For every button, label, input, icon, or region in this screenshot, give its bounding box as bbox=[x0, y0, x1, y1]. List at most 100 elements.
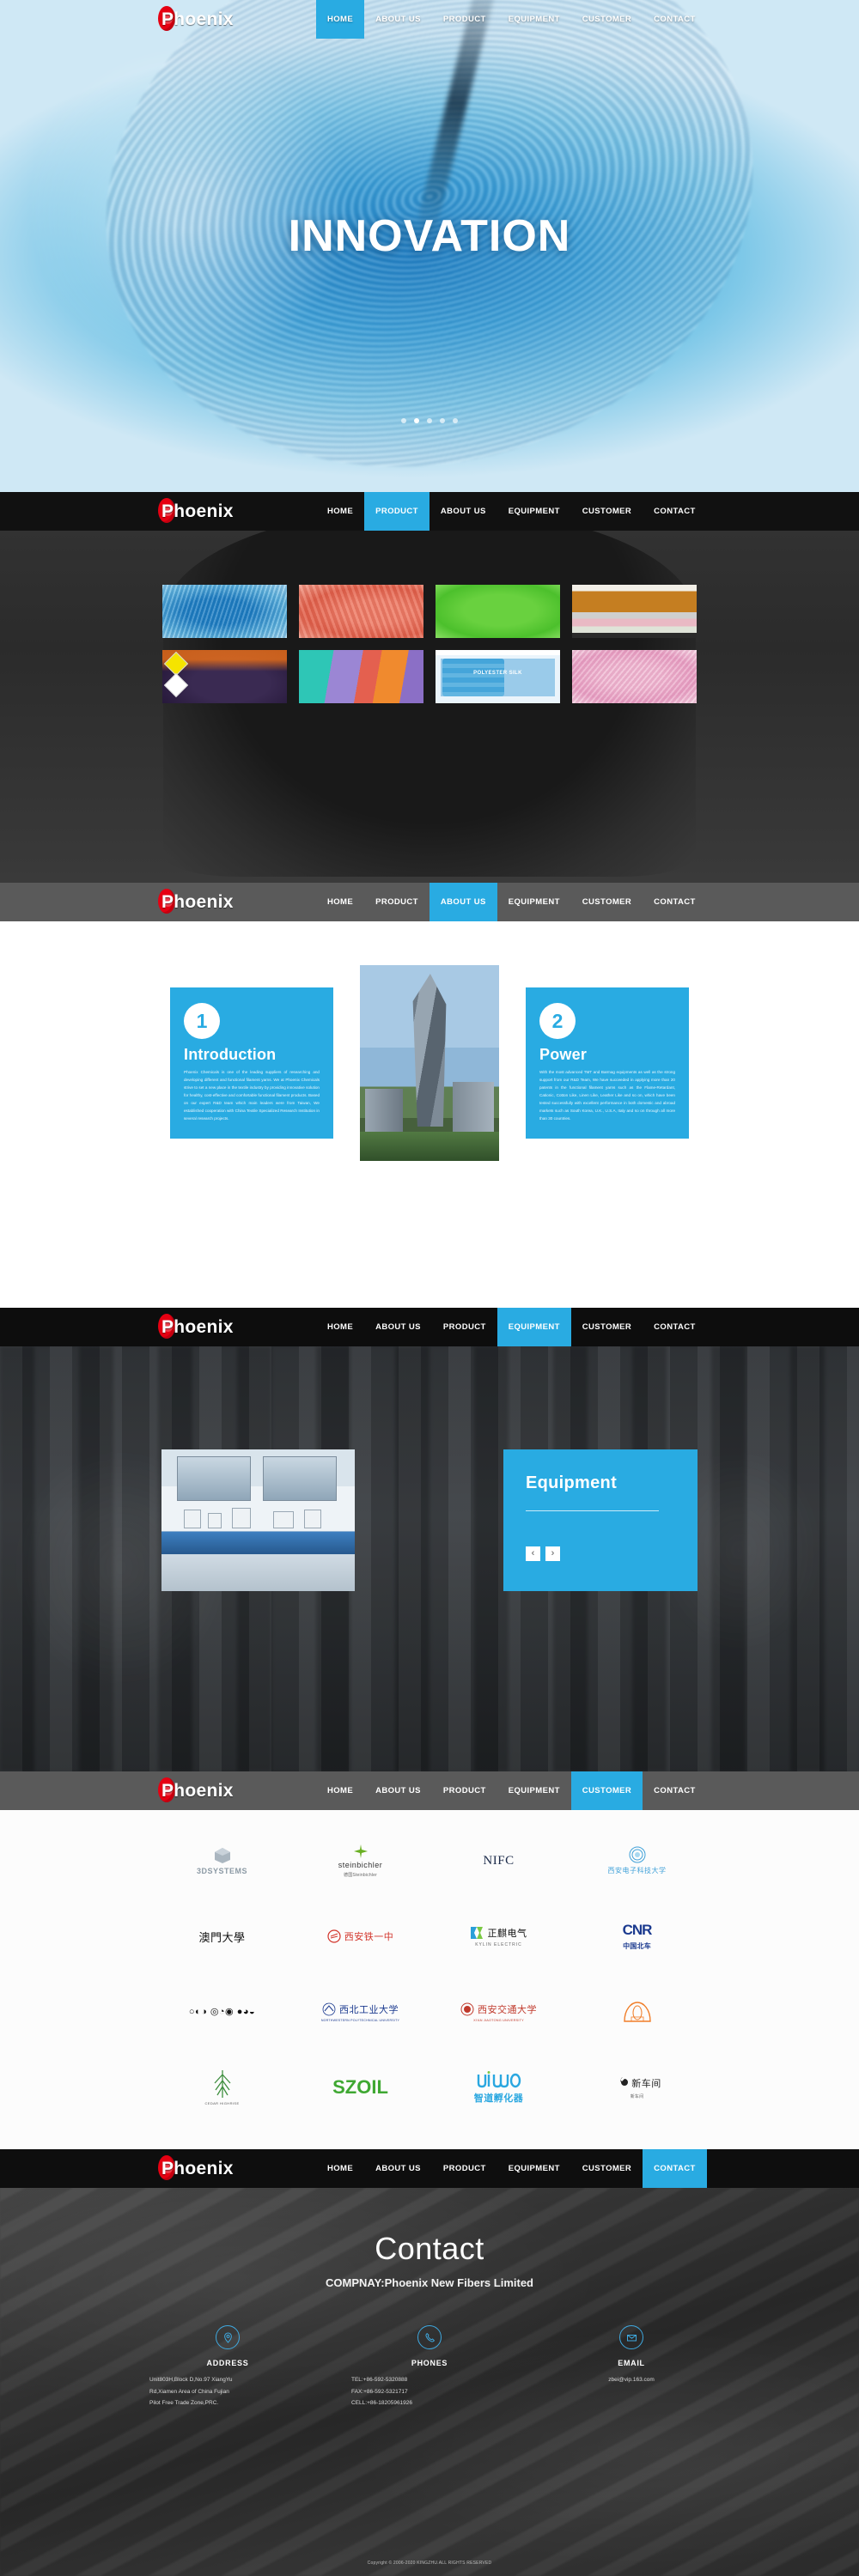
customer-logo-szoil[interactable]: SZOIL bbox=[291, 2050, 430, 2125]
brand-logo-customer[interactable]: Phoenix bbox=[153, 1774, 265, 1808]
nav-item-customer[interactable]: CUSTOMER bbox=[571, 492, 643, 531]
customer-logo-xidian[interactable]: 西安电子科技大学 bbox=[568, 1823, 706, 1899]
slider-dot-5[interactable] bbox=[453, 418, 458, 423]
nav-item-home[interactable]: HOME bbox=[316, 1308, 364, 1346]
nav-item-product[interactable]: PRODUCT bbox=[432, 1308, 497, 1346]
brand-logo-about[interactable]: Phoenix bbox=[153, 885, 265, 920]
customer-logo-npu[interactable]: 西北工业大学 NORTHWESTERN POLYTECHNICAL UNIVER… bbox=[291, 1974, 430, 2050]
contact-company-name: COMPNAY:Phoenix New Fibers Limited bbox=[326, 2276, 533, 2289]
nav-item-home[interactable]: HOME bbox=[316, 1771, 364, 1810]
green-landscape bbox=[360, 1132, 499, 1161]
fume-hood-left bbox=[177, 1456, 251, 1501]
lab-device-5 bbox=[304, 1510, 321, 1528]
customer-logo-circles[interactable]: ○◐◑ ◎◔◉ ●◕◒ bbox=[153, 1974, 291, 2050]
product-thumb-1[interactable] bbox=[162, 585, 287, 638]
customer-logo-label: 3DSYSTEMS bbox=[196, 1866, 247, 1875]
steinbichler-star-icon bbox=[353, 1844, 368, 1858]
product-thumb-2[interactable] bbox=[299, 585, 423, 638]
nav-item-customer[interactable]: CUSTOMER bbox=[570, 1771, 643, 1810]
nav-item-home[interactable]: HOME bbox=[316, 2149, 364, 2188]
nav-item-contact[interactable]: CONTACT bbox=[643, 1771, 707, 1810]
kylin-electric-icon: 正麒电气 bbox=[470, 1926, 527, 1940]
slider-dot-1[interactable] bbox=[401, 418, 406, 423]
customer-logo-xjtu[interactable]: 西安交通大学 XI'AN JIAOTONG UNIVERSITY bbox=[430, 1974, 568, 2050]
next-arrow-button[interactable]: › bbox=[545, 1546, 560, 1561]
product-thumb-3[interactable] bbox=[436, 585, 560, 638]
hero-slider-dots[interactable] bbox=[0, 418, 859, 423]
contact-columns: ADDRESS Unit803H,Block D,No.97 XiangYu R… bbox=[137, 2325, 722, 2409]
nav-item-home[interactable]: HOME bbox=[316, 883, 364, 921]
nav-item-product[interactable]: PRODUCT bbox=[432, 0, 497, 39]
nav-item-equipment[interactable]: EQUIPMENT bbox=[497, 492, 571, 531]
slider-dot-3[interactable] bbox=[427, 418, 432, 423]
nav-item-equipment[interactable]: EQUIPMENT bbox=[497, 0, 571, 39]
customer-logo-zhidao[interactable]: 智道孵化器 bbox=[430, 2050, 568, 2125]
nav-item-about[interactable]: ABOUT US bbox=[364, 0, 432, 39]
nav-item-contact[interactable]: CONTACT bbox=[643, 1308, 707, 1346]
product-section: Phoenix HOME PRODUCT ABOUT US EQUIPMENT … bbox=[0, 492, 859, 883]
nav-item-customer[interactable]: CUSTOMER bbox=[571, 1308, 643, 1346]
product-thumb-7[interactable]: POLYESTER SILK bbox=[436, 650, 560, 703]
customer-logo-nifc[interactable]: NIFC bbox=[430, 1823, 568, 1899]
nav-item-about[interactable]: ABOUT US bbox=[364, 2149, 432, 2188]
slider-dot-2[interactable] bbox=[414, 418, 419, 423]
brand-logo[interactable]: Phoenix bbox=[153, 3, 265, 37]
product-thumb-6[interactable] bbox=[299, 650, 423, 703]
nav-item-equipment[interactable]: EQUIPMENT bbox=[497, 2149, 571, 2188]
brand-name: Phoenix bbox=[161, 9, 234, 29]
nav-item-about[interactable]: ABOUT US bbox=[364, 1308, 432, 1346]
brand-logo-contact[interactable]: Phoenix bbox=[153, 2152, 265, 2186]
nav-item-contact[interactable]: CONTACT bbox=[643, 2149, 707, 2188]
customer-logo-xian-tieyi[interactable]: 西安铁一中 bbox=[291, 1899, 430, 1974]
product-thumb-4[interactable] bbox=[572, 585, 697, 638]
cedar-tree-icon bbox=[211, 2069, 234, 2099]
customer-logo-3dsystems[interactable]: 3DSYSTEMS bbox=[153, 1823, 291, 1899]
nav-item-contact[interactable]: CONTACT bbox=[643, 0, 707, 39]
nav-item-about[interactable]: ABOUT US bbox=[429, 883, 497, 921]
nav-item-home[interactable]: HOME bbox=[316, 492, 364, 531]
product-thumb-5[interactable] bbox=[162, 650, 287, 703]
nav-item-equipment[interactable]: EQUIPMENT bbox=[497, 883, 571, 921]
contact-section: Phoenix HOME ABOUT US PRODUCT EQUIPMENT … bbox=[0, 2149, 859, 2576]
nav-item-home[interactable]: HOME bbox=[316, 0, 365, 39]
nav-menu-hero: HOME ABOUT US PRODUCT EQUIPMENT CUSTOMER… bbox=[316, 0, 707, 39]
prev-arrow-button[interactable]: ‹ bbox=[526, 1546, 540, 1561]
nav-item-product[interactable]: PRODUCT bbox=[364, 492, 430, 531]
customer-logo-umacau[interactable]: 澳門大學 bbox=[153, 1899, 291, 1974]
brand-name: Phoenix bbox=[161, 891, 234, 912]
brand-logo-product[interactable]: Phoenix bbox=[153, 495, 265, 529]
fume-hood-right bbox=[263, 1456, 337, 1501]
customer-logo-cnr[interactable]: CNR 中国北车 bbox=[568, 1899, 706, 1974]
contact-email-block: EMAIL zbei@vip.163.com bbox=[541, 2325, 722, 2409]
equipment-divider bbox=[526, 1510, 659, 1511]
customer-logo-sublabel: NORTHWESTERN POLYTECHNICAL UNIVERSITY bbox=[320, 2018, 400, 2022]
nav-item-contact[interactable]: CONTACT bbox=[643, 883, 707, 921]
customer-logo-xinchejian[interactable]: 新车间 新车间 bbox=[568, 2050, 706, 2125]
customer-section: Phoenix HOME ABOUT US PRODUCT EQUIPMENT … bbox=[0, 1771, 859, 2149]
nav-item-customer[interactable]: CUSTOMER bbox=[571, 0, 643, 39]
customer-logo-kylin-electric[interactable]: 正麒电气 KYLIN ELECTRIC bbox=[430, 1899, 568, 1974]
customer-logo-cedar-highrise[interactable]: CEDAR HIGHRISE bbox=[153, 2050, 291, 2125]
brand-logo-equipment[interactable]: Phoenix bbox=[153, 1310, 265, 1345]
product-thumb-8[interactable] bbox=[572, 650, 697, 703]
nav-item-customer[interactable]: CUSTOMER bbox=[571, 883, 643, 921]
nav-item-product[interactable]: PRODUCT bbox=[432, 2149, 497, 2188]
nav-item-about[interactable]: ABOUT US bbox=[430, 492, 497, 531]
navbar-equipment: Phoenix HOME ABOUT US PRODUCT EQUIPMENT … bbox=[0, 1308, 859, 1346]
about-card-heading: Introduction bbox=[184, 1046, 277, 1063]
slider-dot-4[interactable] bbox=[440, 418, 445, 423]
contact-address-line-1: Unit803H,Block D,No.97 XiangYu bbox=[149, 2377, 233, 2383]
contact-email-address[interactable]: zbei@vip.163.com bbox=[608, 2374, 655, 2386]
customer-logo-helmet[interactable] bbox=[568, 1974, 706, 2050]
nav-item-equipment[interactable]: EQUIPMENT bbox=[497, 1771, 571, 1810]
nav-item-equipment[interactable]: EQUIPMENT bbox=[497, 1308, 571, 1346]
customer-logo-steinbichler[interactable]: steinbichler 德国Steinbichler bbox=[291, 1823, 430, 1899]
nav-item-customer[interactable]: CUSTOMER bbox=[571, 2149, 643, 2188]
nav-item-product[interactable]: PRODUCT bbox=[364, 883, 430, 921]
nav-item-contact[interactable]: CONTACT bbox=[643, 492, 707, 531]
contact-phones-block: PHONES TEL:+86-592-5320888 FAX:+86-592-5… bbox=[339, 2325, 520, 2409]
brand-name: Phoenix bbox=[161, 501, 234, 521]
nav-item-product[interactable]: PRODUCT bbox=[432, 1771, 497, 1810]
nav-item-about[interactable]: ABOUT US bbox=[364, 1771, 432, 1810]
customer-logo-sublabel: 新车间 bbox=[630, 2094, 644, 2099]
